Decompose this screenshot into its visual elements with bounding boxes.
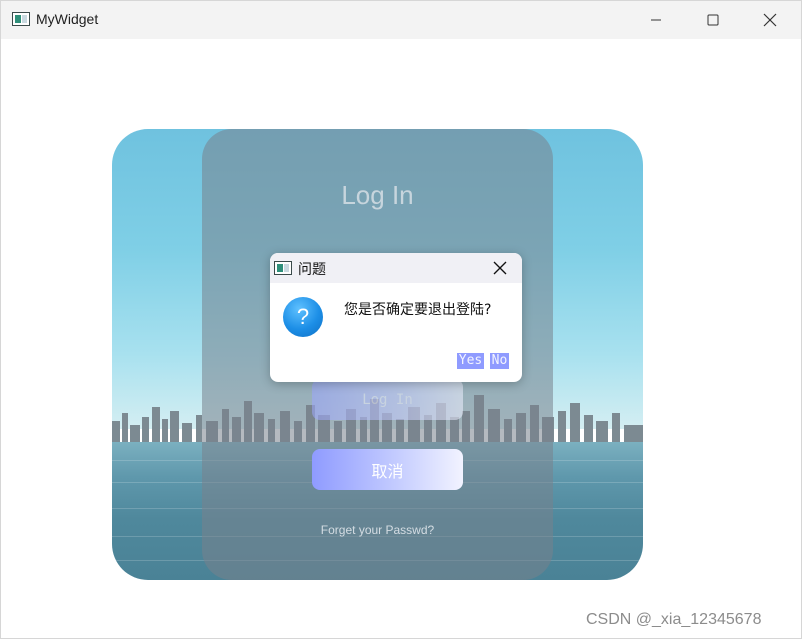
login-button[interactable]: Log In (312, 379, 463, 420)
minimize-icon (651, 19, 661, 21)
minimize-button[interactable] (633, 1, 679, 39)
maximize-button[interactable] (690, 1, 736, 39)
title-bar[interactable]: MyWidget (1, 1, 801, 39)
app-window-icon (274, 261, 292, 275)
login-title: Log In (341, 180, 414, 210)
question-icon: ? (283, 297, 323, 337)
no-button[interactable]: No (490, 353, 509, 369)
forgot-password-link[interactable]: Forget your Passwd? (202, 523, 553, 537)
main-window: MyWidget Log In Log In 取消 Forget your Pa… (0, 0, 802, 639)
dialog-close-button[interactable] (490, 259, 510, 277)
dialog-title-bar[interactable]: 问题 (270, 253, 522, 283)
watermark: CSDN @_xia_12345678 (586, 611, 762, 628)
close-icon (763, 13, 777, 27)
window-title: MyWidget (36, 11, 99, 27)
close-icon (493, 261, 507, 275)
dialog-message: 您是否确定要退出登陆? (344, 302, 492, 318)
close-button[interactable] (747, 1, 793, 39)
confirm-dialog: 问题 ? 您是否确定要退出登陆? Yes No (270, 253, 522, 382)
yes-button[interactable]: Yes (457, 353, 484, 369)
dialog-title: 问题 (298, 262, 326, 278)
app-window-icon (12, 12, 30, 26)
cancel-button[interactable]: 取消 (312, 449, 463, 490)
maximize-icon (707, 14, 719, 26)
